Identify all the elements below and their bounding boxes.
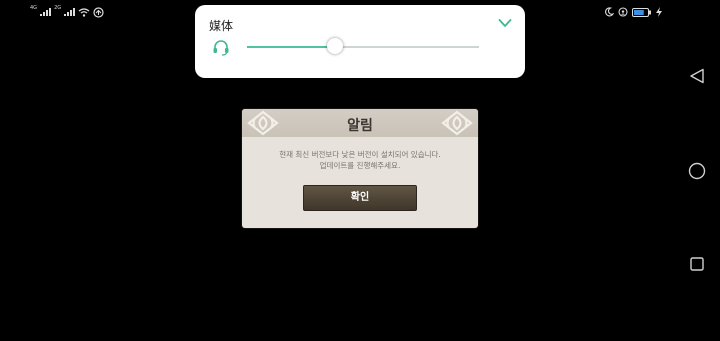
dialog-title: 알림: [347, 118, 373, 134]
dialog-message-line-1: 현재 최신 버전보다 낮은 버전이 설치되어 있습니다.: [279, 150, 441, 159]
screen: 4G 2G 媒体 알림 현재 최신 버전보다 낮은 버전이 설치되어 있습니다.…: [0, 0, 720, 341]
battery-icon: [632, 7, 652, 17]
slider-thumb[interactable]: [327, 38, 344, 54]
moon-icon: [604, 7, 614, 17]
charging-icon: [656, 7, 662, 17]
dialog-header: 알림: [242, 109, 478, 137]
signal-icon: [64, 8, 76, 16]
media-volume-slider[interactable]: [247, 38, 479, 54]
signal-1-label: 4G: [30, 5, 38, 11]
hotspot-icon: [93, 6, 104, 18]
alarm-icon: [618, 7, 628, 17]
back-icon[interactable]: [689, 68, 705, 84]
recent-apps-icon[interactable]: [690, 257, 704, 271]
home-icon[interactable]: [688, 162, 706, 180]
signal-icon: [40, 8, 52, 16]
dialog-message-line-2: 업데이트를 진행해주세요.: [319, 161, 401, 170]
chevron-down-icon[interactable]: [498, 18, 512, 28]
volume-panel: 媒体: [195, 5, 525, 78]
volume-title: 媒体: [209, 19, 234, 33]
status-bar-right: [604, 6, 662, 18]
slider-fill: [247, 46, 336, 48]
headset-icon: [212, 38, 230, 56]
status-bar-left: 4G 2G: [30, 6, 104, 18]
dialog-message: 현재 최신 버전보다 낮은 버전이 설치되어 있습니다. 업데이트를 진행해주세…: [242, 149, 478, 171]
signal-2-label: 2G: [54, 5, 62, 11]
notice-dialog: 알림 현재 최신 버전보다 낮은 버전이 설치되어 있습니다. 업데이트를 진행…: [242, 109, 478, 228]
wifi-icon: [78, 7, 90, 17]
confirm-button[interactable]: 확인: [303, 185, 417, 211]
